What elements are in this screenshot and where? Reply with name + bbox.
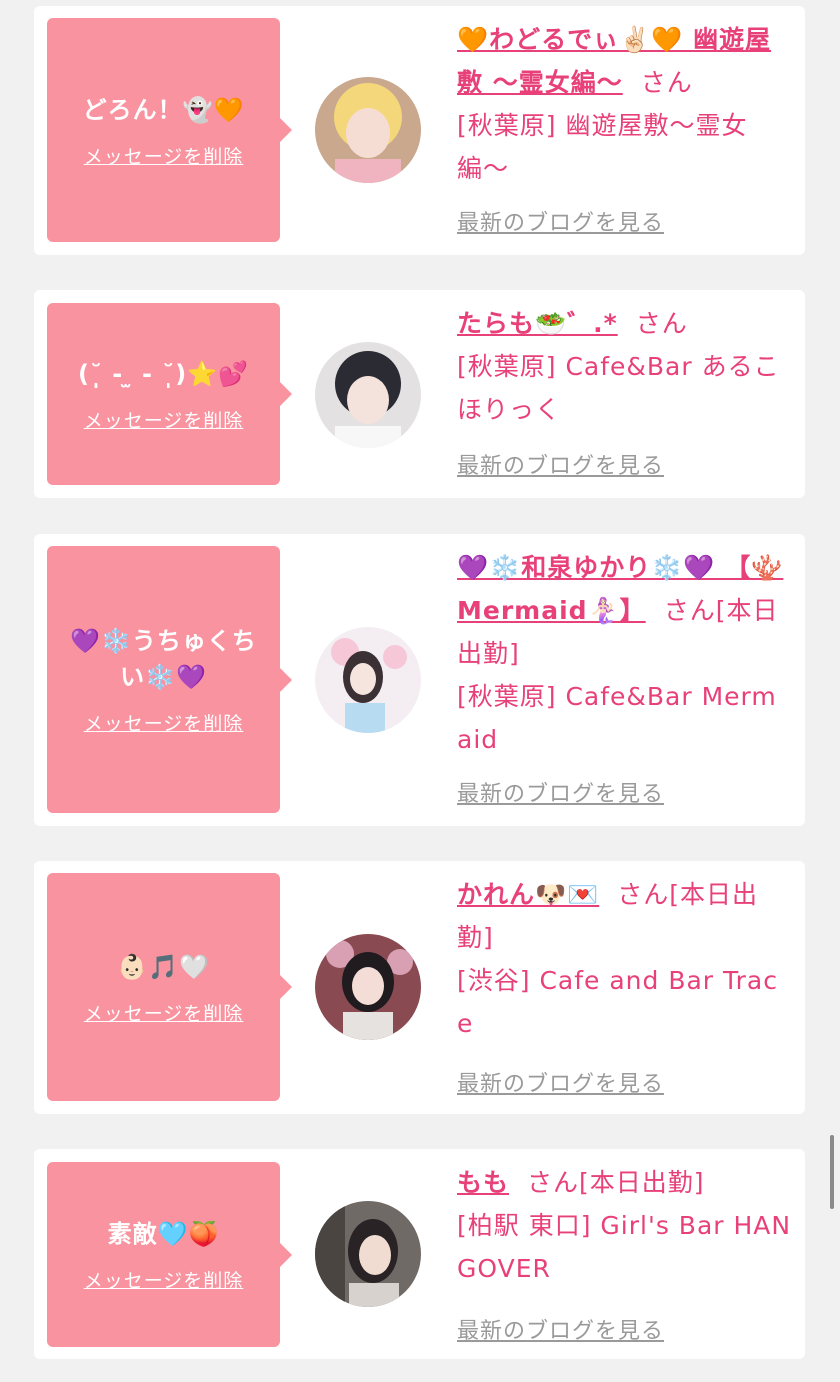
message-bubble: 💜❄️うちゅくちい❄️💜 メッセージを削除 [47, 546, 292, 813]
delete-message-link[interactable]: メッセージを削除 [84, 999, 244, 1026]
favorite-card: (˘̩̩̩̩̩̩ ‐ ̫ ‐ ˘̩̩̩̩̩̩)⭐💕 メッセージを削除 たらも🥗゛… [34, 290, 805, 498]
honorific: さん [617, 880, 670, 909]
delete-message-link[interactable]: メッセージを削除 [84, 406, 244, 433]
honorific: さん [663, 596, 716, 625]
latest-blog-link[interactable]: 最新のブログを見る [457, 205, 664, 237]
delete-message-link[interactable]: メッセージを削除 [84, 709, 244, 736]
latest-blog-link[interactable]: 最新のブログを見る [457, 1313, 664, 1345]
avatar[interactable] [315, 77, 421, 183]
message-text: 素敵🩵🍑 [107, 1220, 220, 1248]
avatar-photo [315, 77, 421, 183]
favorite-card: 💜❄️うちゅくちい❄️💜 メッセージを削除 💜❄️和泉ゆかり❄️💜 【🪸Merm… [34, 534, 805, 826]
message-text: 👶🏻🎵🤍 [117, 952, 210, 981]
cast-name-link[interactable]: かれん🐶💌 [457, 880, 599, 909]
avatar-photo [315, 342, 421, 448]
message-bubble: どろん！👻🧡 メッセージを削除 [47, 18, 292, 242]
shop-text: [秋葉原] Cafe&Bar Mermaid [457, 682, 777, 754]
shop-text: [渋谷] Cafe and Bar Trace [457, 966, 778, 1038]
delete-message-link[interactable]: メッセージを削除 [84, 1266, 244, 1293]
latest-blog-link[interactable]: 最新のブログを見る [457, 448, 664, 480]
cast-info: 💜❄️和泉ゆかり❄️💜 【🪸Mermaid🧜🏻‍♀️】 さん[本日出勤] [秋葉原… [457, 546, 792, 761]
message-text: (˘̩̩̩̩̩̩ ‐ ̫ ‐ ˘̩̩̩̩̩̩)⭐💕 [77, 359, 250, 388]
favorite-card: 👶🏻🎵🤍 メッセージを削除 かれん🐶💌 さん[本日出勤] [渋谷] Cafe an… [34, 861, 805, 1114]
delete-message-link[interactable]: メッセージを削除 [84, 142, 244, 169]
cast-name-link[interactable]: もも [457, 1168, 509, 1197]
message-text: どろん！👻🧡 [82, 95, 245, 124]
latest-blog-link[interactable]: 最新のブログを見る [457, 1066, 664, 1098]
avatar-photo [315, 627, 421, 733]
shop-text: [秋葉原] 幽遊屋敷〜霊女編〜 [457, 111, 748, 183]
avatar-photo [315, 934, 421, 1040]
message-bubble: 👶🏻🎵🤍 メッセージを削除 [47, 873, 292, 1101]
shop-text: [秋葉原] Cafe&Bar あるこほりっく [457, 352, 780, 424]
avatar[interactable] [315, 627, 421, 733]
cast-info: もも さん[本日出勤] [柏駅 東口] Girl's Bar HANGOVER [457, 1161, 792, 1290]
latest-blog-link[interactable]: 最新のブログを見る [457, 776, 664, 808]
honorific: さん [640, 68, 693, 97]
avatar-photo [315, 1201, 421, 1307]
avatar[interactable] [315, 342, 421, 448]
message-text: 💜❄️うちゅくちい❄️💜 [70, 627, 257, 691]
scrollbar[interactable] [830, 1135, 834, 1209]
message-bubble: (˘̩̩̩̩̩̩ ‐ ̫ ‐ ˘̩̩̩̩̩̩)⭐💕 メッセージを削除 [47, 303, 292, 485]
work-status: [本日出勤] [579, 1168, 705, 1197]
honorific: さん [635, 309, 688, 338]
cast-name-link[interactable]: 🧡わどるでぃ✌🏻🧡 幽遊屋敷 〜霊女編〜 [457, 25, 771, 97]
cast-info: たらも🥗゛.* さん [秋葉原] Cafe&Bar あるこほりっく [457, 302, 792, 431]
favorite-card: 素敵🩵🍑 メッセージを削除 もも さん[本日出勤] [柏駅 東口] Girl's … [34, 1149, 805, 1359]
honorific: さん [527, 1168, 580, 1197]
cast-info: 🧡わどるでぃ✌🏻🧡 幽遊屋敷 〜霊女編〜 さん [秋葉原] 幽遊屋敷〜霊女編〜 [457, 18, 792, 190]
favorite-card: どろん！👻🧡 メッセージを削除 🧡わどるでぃ✌🏻🧡 幽遊屋敷 〜霊女編〜 さん [… [34, 6, 805, 255]
shop-text: [柏駅 東口] Girl's Bar HANGOVER [457, 1211, 792, 1283]
cast-info: かれん🐶💌 さん[本日出勤] [渋谷] Cafe and Bar Trace [457, 873, 792, 1045]
avatar[interactable] [315, 934, 421, 1040]
avatar[interactable] [315, 1201, 421, 1307]
message-bubble: 素敵🩵🍑 メッセージを削除 [47, 1162, 292, 1347]
cast-name-link[interactable]: たらも🥗゛.* [457, 309, 618, 338]
